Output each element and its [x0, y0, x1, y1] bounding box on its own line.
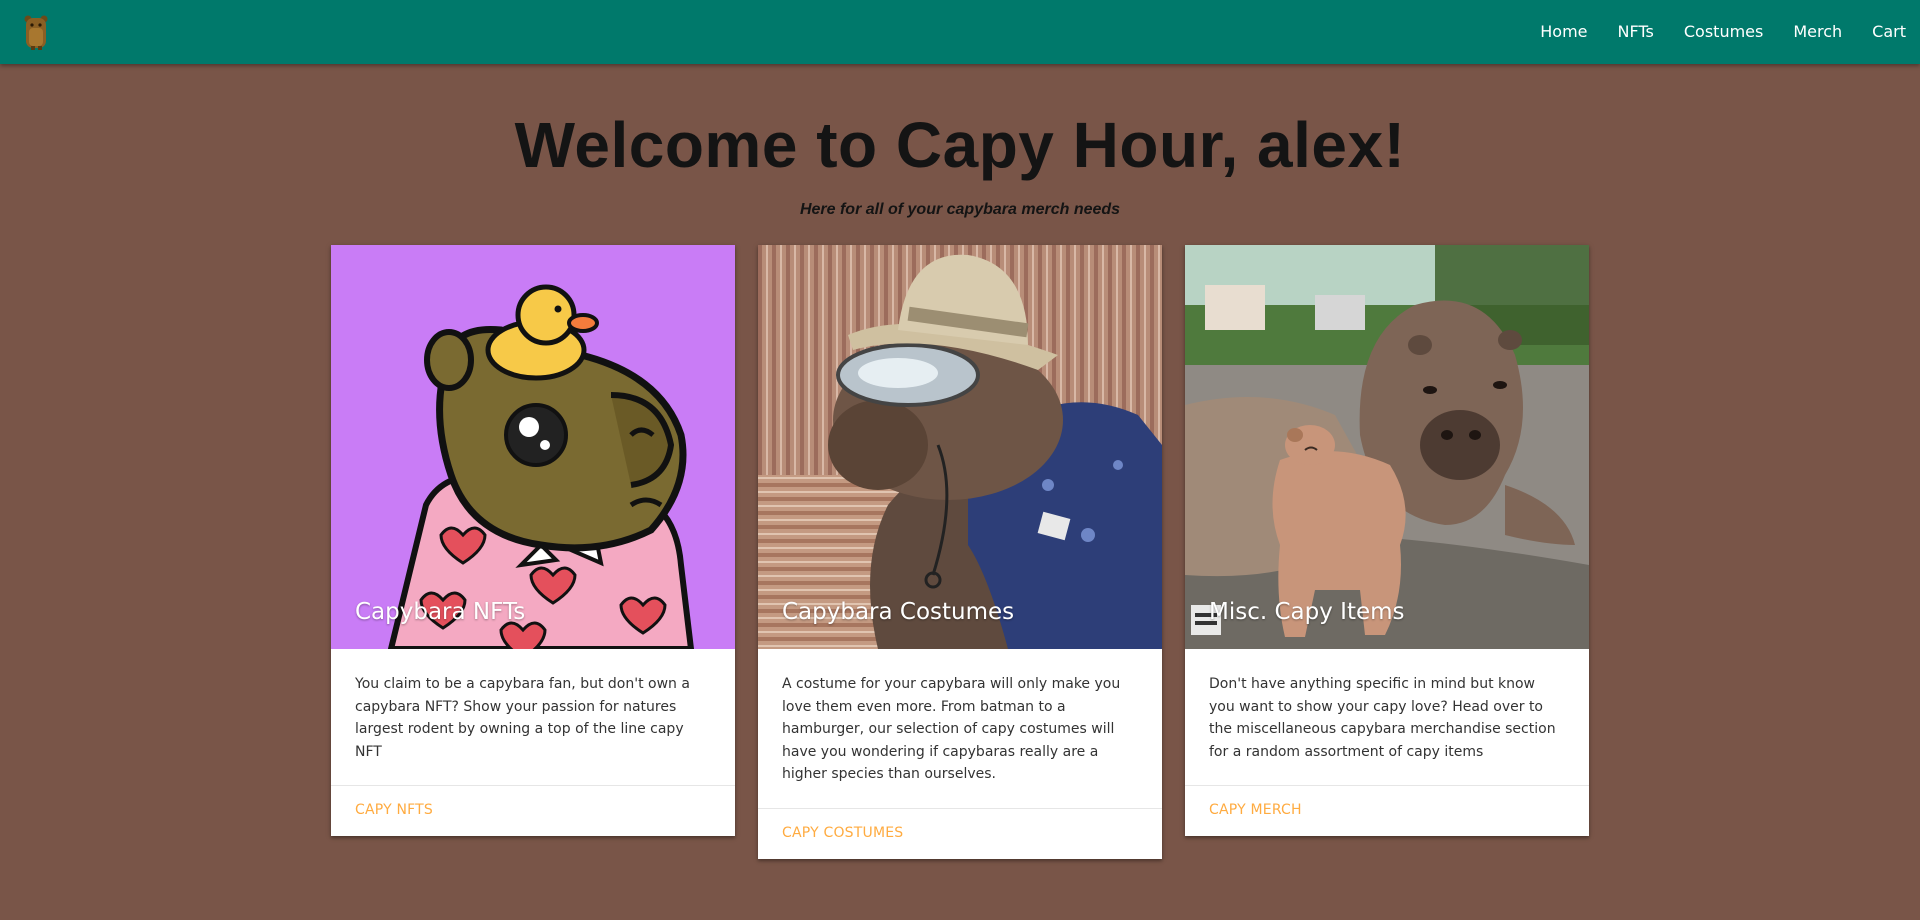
- capybara-nft-illustration: [331, 245, 735, 649]
- capy-nfts-link[interactable]: Capy NFTs: [331, 785, 735, 836]
- capy-merch-link[interactable]: Capy Merch: [1185, 785, 1589, 836]
- top-navbar: Home NFTs Costumes Merch Cart: [0, 0, 1920, 64]
- nav-link-cart[interactable]: Cart: [1857, 0, 1920, 64]
- capybara-logo-icon[interactable]: [22, 13, 50, 51]
- capy-costumes-link[interactable]: Capy Costumes: [758, 807, 1162, 859]
- card-image-costumes: Capybara Costumes: [758, 245, 1162, 649]
- nav-link-nfts[interactable]: NFTs: [1603, 0, 1669, 64]
- capybara-costume-photo: [758, 245, 1162, 649]
- nav-links: Home NFTs Costumes Merch Cart: [1525, 0, 1920, 64]
- card-title-costumes: Capybara Costumes: [782, 599, 1015, 625]
- card-title-merch: Misc. Capy Items: [1209, 599, 1405, 625]
- card-image-merch: Misc. Capy Items: [1185, 245, 1589, 649]
- card-image-nfts: Capybara NFTs: [331, 245, 735, 649]
- card-title-nfts: Capybara NFTs: [355, 599, 526, 625]
- nav-link-costumes[interactable]: Costumes: [1669, 0, 1778, 64]
- card-merch: Misc. Capy Items Don't have anything spe…: [1185, 245, 1589, 836]
- page-subtitle: Here for all of your capybara merch need…: [799, 201, 1121, 218]
- card-text-merch: Don't have anything specific in mind but…: [1209, 676, 1556, 760]
- nav-link-home[interactable]: Home: [1525, 0, 1602, 64]
- card-nfts: Capybara NFTs You claim to be a capybara…: [331, 245, 735, 836]
- page-title: Welcome to Capy Hour, alex!: [514, 109, 1406, 181]
- card-text-costumes: A costume for your capybara will only ma…: [782, 676, 1121, 782]
- nav-link-merch[interactable]: Merch: [1778, 0, 1857, 64]
- card-costumes: Capybara Costumes A costume for your cap…: [758, 245, 1162, 859]
- card-text-nfts: You claim to be a capybara fan, but don'…: [355, 676, 690, 760]
- capybara-plush-photo: [1185, 245, 1589, 649]
